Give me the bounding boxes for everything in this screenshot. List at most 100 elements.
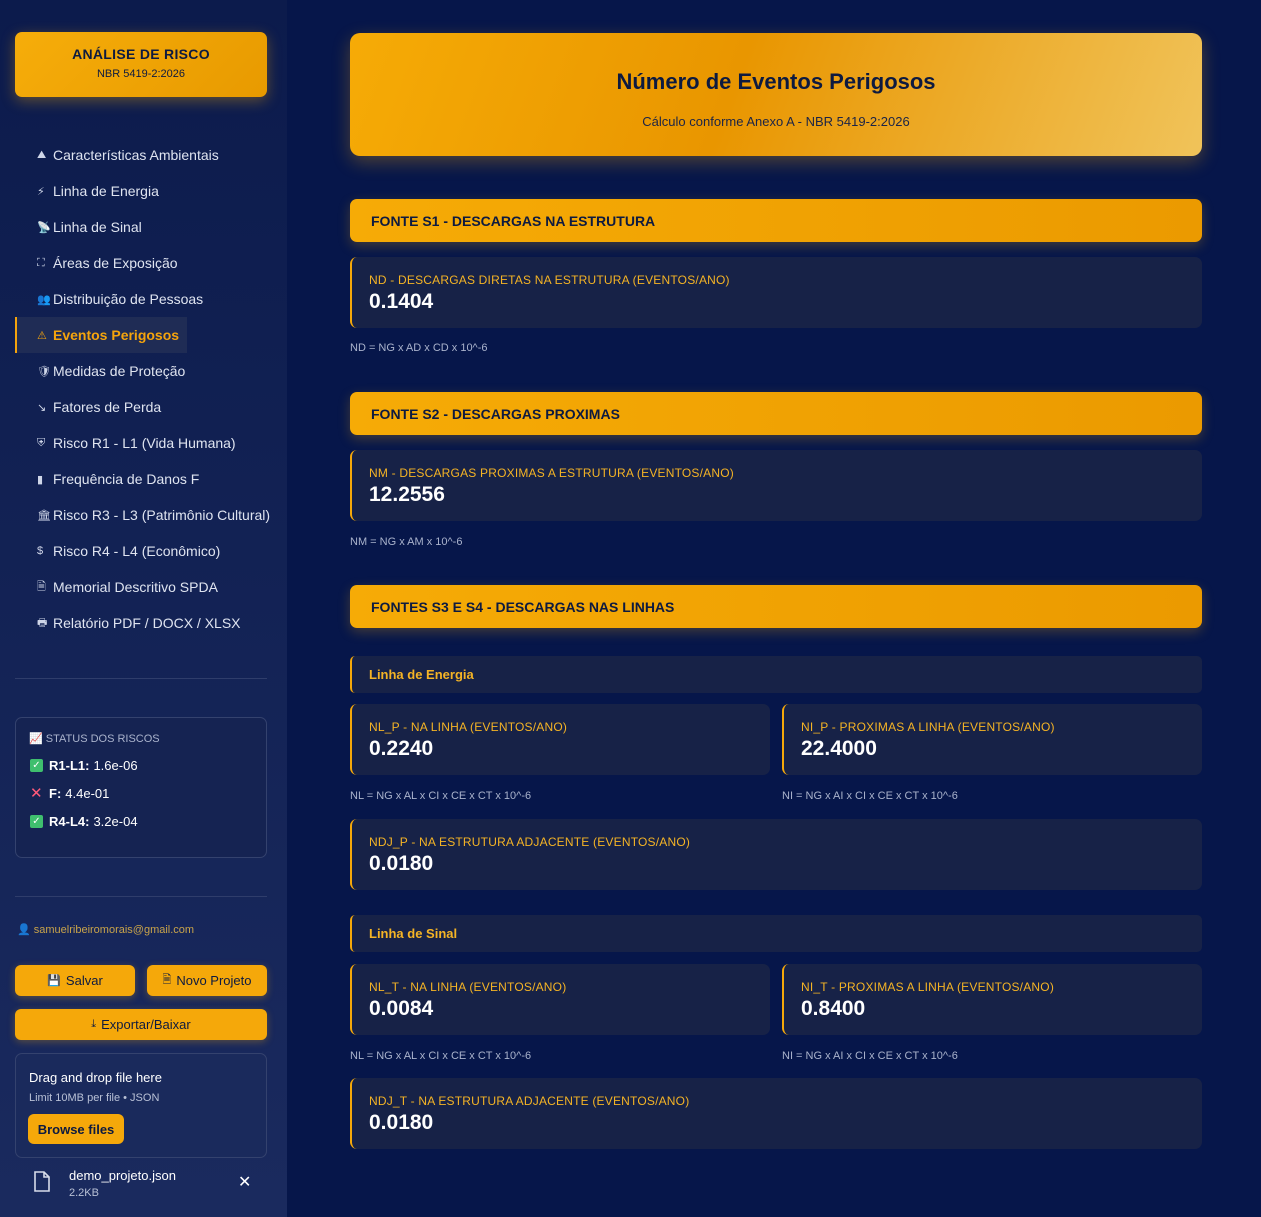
file-size: 2.2KB [69,1187,99,1199]
user-icon: 👤 [17,924,31,936]
nav-label: Características Ambientais [53,147,219,163]
metric-value: 22.4000 [801,737,877,760]
formula-nm: NM = NG x AM x 10^-6 [350,536,463,548]
nav-item-risco-r3[interactable]: 🏛 Risco R3 - L3 (Patrimônio Cultural) [15,497,287,533]
antenna-icon: 📡 [37,221,51,234]
save-button[interactable]: 💾 Salvar [15,965,135,996]
dropzone-subtitle: Limit 10MB per file • JSON [29,1092,160,1104]
status-value: 3.2e-04 [93,814,138,829]
metric-card-ndj-t: NDJ_T - NA ESTRUTURA ADJACENTE (EVENTOS/… [350,1078,1202,1149]
check-icon: ✓ [30,759,43,772]
metric-value: 0.0084 [369,997,434,1020]
remove-file-icon[interactable]: ✕ [238,1172,251,1192]
nav-item-linha-energia[interactable]: ⚡ Linha de Energia [15,173,287,209]
cross-icon: ✕ [30,785,43,802]
section-s1-header: FONTE S1 - DESCARGAS NA ESTRUTURA [350,199,1202,242]
nav-item-linha-sinal[interactable]: 📡 Linha de Sinal [15,209,287,245]
nav-label: Frequência de Danos F [53,471,200,487]
metric-card-nm: NM - DESCARGAS PROXIMAS A ESTRUTURA (EVE… [350,450,1202,521]
file-name: demo_projeto.json [69,1168,176,1183]
sidebar: ANÁLISE DE RISCO NBR 5419-2:2026 ⛰ Caract… [0,0,287,1217]
metric-label: NL_T - NA LINHA (EVENTOS/ANO) [369,980,567,994]
metric-card-nl-t: NL_T - NA LINHA (EVENTOS/ANO) 0.0084 [350,964,770,1035]
shield-check-icon: ⛨ [37,436,46,449]
export-label: Exportar/Baixar [101,1017,191,1032]
nav-label: Fatores de Perda [53,399,162,415]
subsection-linha-sinal: Linha de Sinal [350,915,1202,952]
brand-title: ANÁLISE DE RISCO [72,46,210,62]
save-label: Salvar [65,973,103,988]
brand-header: ANÁLISE DE RISCO NBR 5419-2:2026 [15,32,267,97]
new-project-label: Novo Projeto [176,973,252,988]
nav-item-relatorio[interactable]: 🖶 Relatório PDF / DOCX / XLSX [15,605,287,641]
nav-label: Linha de Sinal [53,219,142,235]
nav-label: Eventos Perigosos [53,327,180,343]
metric-label: NDJ_P - NA ESTRUTURA ADJACENTE (EVENTOS/… [369,835,691,849]
metric-label: NI_T - PROXIMAS A LINHA (EVENTOS/ANO) [801,980,1055,994]
section-s34-header: FONTES S3 E S4 - DESCARGAS NAS LINHAS [350,585,1202,628]
page-subtitle: Cálculo conforme Anexo A - NBR 5419-2:20… [642,114,910,129]
energy-line-icon: ⚡ [37,185,45,198]
nav-item-caracteristicas-ambientais[interactable]: ⛰ Características Ambientais [15,137,287,173]
chart-icon: 📈 [29,733,43,745]
floppy-icon: 💾 [47,975,61,987]
printer-icon: 🖶 [37,616,48,629]
nav-label: Relatório PDF / DOCX / XLSX [53,615,241,631]
status-label: R1-L1: [49,758,90,773]
nav-item-memorial-descritivo[interactable]: 🗎 Memorial Descritivo SPDA [15,569,287,605]
formula-ni-p: NI = NG x AI x CI x CE x CT x 10^-6 [782,790,958,802]
formula-nd: ND = NG x AD x CD x 10^-6 [350,342,488,354]
metric-label: ND - DESCARGAS DIRETAS NA ESTRUTURA (EVE… [369,273,730,287]
page-title: Número de Eventos Perigosos [616,69,936,94]
metric-value: 0.1404 [369,290,434,313]
nav-label: Risco R3 - L3 (Patrimônio Cultural) [53,507,271,523]
metric-value: 0.8400 [801,997,866,1020]
nav-item-risco-r4[interactable]: $ Risco R4 - L4 (Econômico) [15,533,287,569]
status-row-r4: ✓ R4-L4: 3.2e-04 [30,814,266,829]
nav-label: Risco R1 - L1 (Vida Humana) [53,435,236,451]
nav-item-fatores-perda[interactable]: ↘ Fatores de Perda [15,389,287,425]
new-project-button[interactable]: 🗎 Novo Projeto [147,965,267,996]
formula-nl-t: NL = NG x AL x CI x CE x CT x 10^-6 [350,1050,532,1062]
nav-label: Medidas de Proteção [53,363,186,379]
metric-value: 0.0180 [369,1111,434,1134]
browse-files-button[interactable]: Browse files [28,1114,124,1144]
nav-item-areas-exposicao[interactable]: ⛶ Áreas de Exposição [15,245,287,281]
status-row-f: ✕ F: 4.4e-01 [30,786,266,801]
nav-label: Linha de Energia [53,183,159,199]
nav-label: Memorial Descritivo SPDA [53,579,218,595]
nav-item-medidas-protecao[interactable]: 🛡 Medidas de Proteção [15,353,287,389]
dropzone-title: Drag and drop file here [29,1070,162,1085]
risk-status-panel: 📈 STATUS DOS RISCOS ✓ R1-L1: 1.6e-06 ✕ F: 4.… [15,717,267,858]
nav-item-frequencia-danos[interactable]: ▮ Frequência de Danos F [15,461,287,497]
nav-item-distribuicao-pessoas[interactable]: 👥 Distribuição de Pessoas [15,281,287,317]
status-value: 4.4e-01 [65,786,110,801]
document-icon: 🗎 [162,974,172,986]
file-dropzone[interactable]: Drag and drop file here Limit 10MB per f… [15,1053,267,1158]
formula-nl-p: NL = NG x AL x CI x CE x CT x 10^-6 [350,790,532,802]
export-button[interactable]: ⤓ Exportar/Baixar [15,1009,267,1040]
status-value: 1.6e-06 [93,758,138,773]
page-header: Número de Eventos Perigosos Cálculo conf… [350,33,1202,156]
nav-item-risco-r1[interactable]: ⛨ Risco R1 - L1 (Vida Humana) [15,425,287,461]
metric-card-nl-p: NL_P - NA LINHA (EVENTOS/ANO) 0.2240 [350,704,770,775]
brand-subtitle: NBR 5419-2:2026 [96,68,186,80]
dollar-icon: $ [37,545,44,557]
sidebar-nav: ⛰ Características Ambientais ⚡ Linha de En… [15,137,287,641]
section-s2-header: FONTE S2 - DESCARGAS PROXIMAS [350,392,1202,435]
metric-value: 0.0180 [369,852,434,875]
museum-icon: 🏛 [37,509,51,522]
status-label: R4-L4: [49,814,90,829]
metric-card-ni-t: NI_T - PROXIMAS A LINHA (EVENTOS/ANO) 0.… [782,964,1202,1035]
bar-chart-icon: ▮ [37,473,44,486]
nav-label: Áreas de Exposição [53,255,178,271]
file-icon [34,1171,50,1192]
uploaded-file: demo_projeto.json 2.2KB ✕ [33,1166,267,1206]
metric-card-nd: ND - DESCARGAS DIRETAS NA ESTRUTURA (EVE… [350,257,1202,328]
nav-item-eventos-perigosos[interactable]: ⚠ Eventos Perigosos [15,317,187,353]
download-icon: ⤓ [91,1018,97,1030]
check-icon: ✓ [30,815,43,828]
subsection-linha-energia: Linha de Energia [350,656,1202,693]
shield-icon: 🛡 [37,365,51,378]
metric-value: 12.2556 [369,483,445,506]
